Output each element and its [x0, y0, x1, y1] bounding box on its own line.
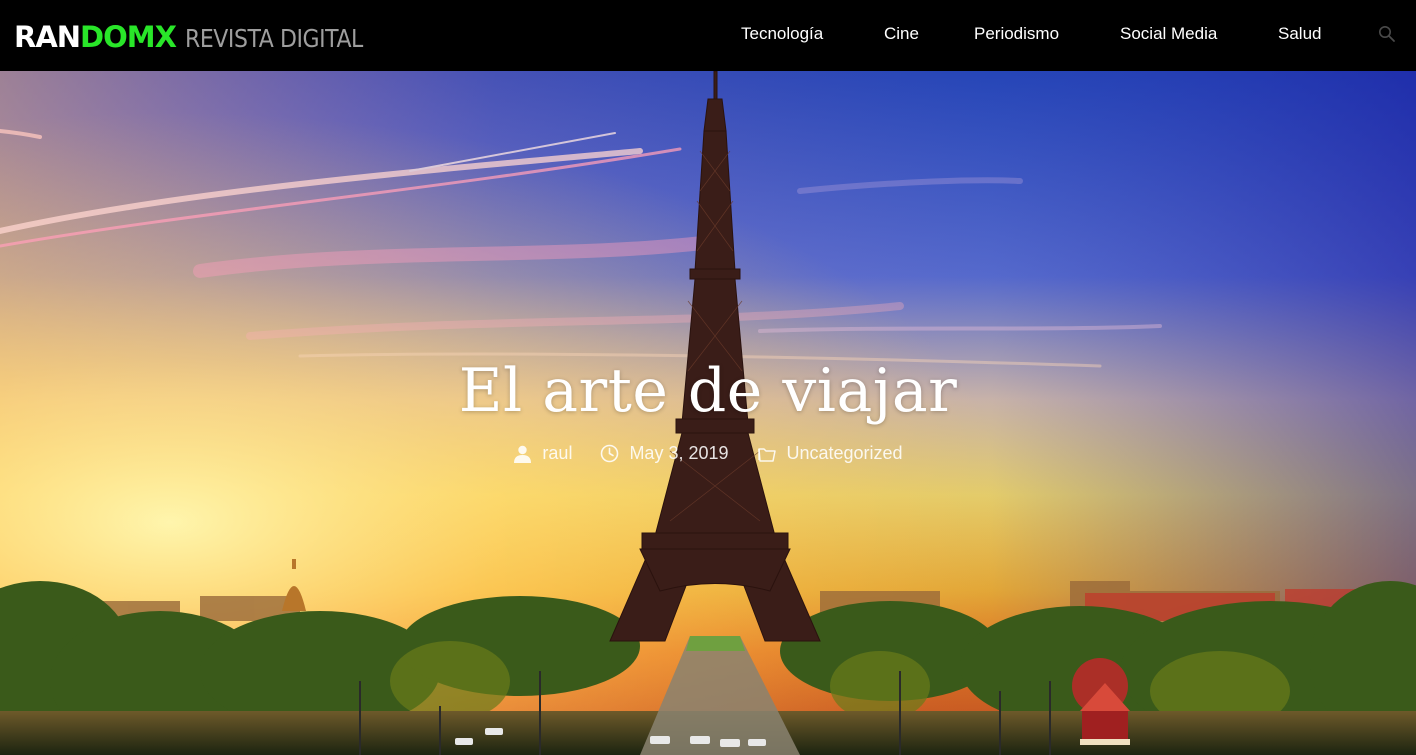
post-author-name: raul [542, 443, 573, 463]
nav-item-tecnologia[interactable]: Tecnología [741, 24, 823, 44]
nav-item-salud[interactable]: Salud [1278, 24, 1321, 44]
post-category[interactable]: Uncategorized [757, 443, 903, 464]
site-header: RAN DOMX REVISTA DIGITAL Tecnología Cine… [0, 0, 1416, 71]
folder-icon [757, 447, 776, 462]
search-button[interactable] [1377, 24, 1397, 44]
clock-icon [601, 444, 619, 463]
user-icon [514, 445, 532, 463]
post-date-text: May 3, 2019 [629, 443, 729, 463]
logo-text-ran: RAN [14, 19, 81, 54]
logo-tagline: REVISTA DIGITAL [185, 23, 363, 53]
post-title: El arte de viajar [458, 356, 958, 426]
post-meta: raul May 3, 2019 Uncategorized [0, 443, 1416, 464]
nav-item-cine[interactable]: Cine [884, 24, 919, 44]
site-logo[interactable]: RAN DOMX REVISTA DIGITAL [14, 17, 387, 57]
nav-item-periodismo[interactable]: Periodismo [974, 24, 1059, 44]
hero-banner: El arte de viajar raul May 3, 2019 Uncat… [0, 71, 1416, 755]
logo-text-domx: DOMX [80, 19, 177, 54]
search-icon [1379, 26, 1395, 42]
post-date: May 3, 2019 [600, 443, 729, 464]
post-author[interactable]: raul [513, 443, 572, 464]
nav-item-social-media[interactable]: Social Media [1120, 24, 1217, 44]
post-category-text: Uncategorized [786, 443, 903, 463]
